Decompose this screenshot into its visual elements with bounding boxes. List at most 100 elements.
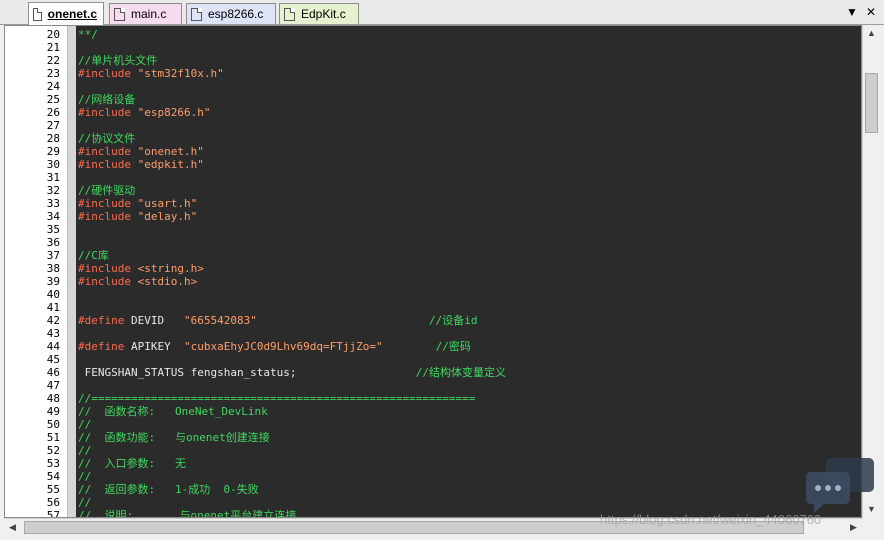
code-text: //硬件驱动	[78, 184, 135, 197]
code-line[interactable]: 37 //C库	[5, 249, 861, 262]
line-number: 54	[46, 470, 60, 483]
tab-list-dropdown-icon[interactable]: ▼	[844, 4, 860, 20]
code-line[interactable]: 56 //	[5, 496, 861, 509]
code-line[interactable]: 51 // 函数功能: 与onenet创建连接	[5, 431, 861, 444]
code-line[interactable]: 40	[5, 288, 861, 301]
code-line[interactable]: 23 #include "stm32f10x.h"	[5, 67, 861, 80]
code-line[interactable]: 33 #include "usart.h"	[5, 197, 861, 210]
code-line[interactable]: 22 //单片机头文件	[5, 54, 861, 67]
code-token: "cubxaEhyJC0d9Lhv69dq=FTjjZo="	[183, 340, 383, 353]
code-text: //	[78, 444, 91, 457]
tab-main-c[interactable]: main.c	[109, 3, 182, 24]
code-text: //	[78, 496, 91, 509]
code-token: **/	[78, 28, 98, 41]
line-number: 39	[46, 275, 60, 288]
code-text: **/	[78, 28, 98, 41]
code-editor[interactable]: 20 **/ 21 22 //单片机头文件 23 #include "stm32f10x.h…	[4, 25, 862, 518]
code-line[interactable]: 50 //	[5, 418, 861, 431]
scroll-up-icon[interactable]: ▲	[863, 25, 880, 42]
code-line[interactable]: 20 **/	[5, 28, 861, 41]
tab-onenet-c[interactable]: onenet.c	[28, 2, 104, 25]
line-number: 31	[46, 171, 60, 184]
code-line[interactable]: 21	[5, 41, 861, 54]
close-icon[interactable]: ✕	[863, 4, 879, 20]
code-text: // 函数名称: OneNet_DevLink	[78, 405, 268, 418]
code-line[interactable]: 54 //	[5, 470, 861, 483]
line-number: 45	[46, 353, 60, 366]
code-line[interactable]: 34 #include "delay.h"	[5, 210, 861, 223]
code-token: #include	[78, 262, 138, 275]
code-line[interactable]: 42 #define DEVID "665542083" //设备id	[5, 314, 861, 327]
code-text: //	[78, 418, 91, 431]
code-line[interactable]: 39 #include <stdio.h>	[5, 275, 861, 288]
code-line[interactable]: 30 #include "edpkit.h"	[5, 158, 861, 171]
code-token: //C库	[78, 249, 109, 262]
c-file-icon	[114, 7, 125, 21]
code-line[interactable]: 27	[5, 119, 861, 132]
line-number: 25	[46, 93, 60, 106]
code-line[interactable]: 28 //协议文件	[5, 132, 861, 145]
code-line[interactable]: 35	[5, 223, 861, 236]
code-line[interactable]: 32 //硬件驱动	[5, 184, 861, 197]
code-line[interactable]: 26 #include "esp8266.h"	[5, 106, 861, 119]
code-text: #include "delay.h"	[78, 210, 197, 223]
code-line[interactable]: 47	[5, 379, 861, 392]
scroll-right-icon[interactable]: ▶	[845, 519, 862, 536]
code-line[interactable]: 41	[5, 301, 861, 314]
code-line[interactable]: 55 // 返回参数: 1-成功 0-失败	[5, 483, 861, 496]
tab-label: EdpKit.c	[301, 7, 346, 21]
line-number: 57	[46, 509, 60, 518]
code-text: // 说明: 与onenet平台建立连接	[78, 509, 296, 517]
code-token: FENGSHAN_STATUS fengshan_status;	[78, 366, 297, 379]
tab-edpkit-c[interactable]: EdpKit.c	[279, 3, 359, 24]
code-token: //结构体变量定义	[415, 366, 507, 379]
line-number: 29	[46, 145, 60, 158]
code-token: // 入口参数: 无	[78, 457, 186, 470]
code-token: //	[78, 470, 92, 483]
line-number: 42	[46, 314, 60, 327]
code-text: // 返回参数: 1-成功 0-失败	[78, 483, 259, 496]
chat-bubble-icon	[806, 458, 874, 513]
code-line[interactable]: 43	[5, 327, 861, 340]
code-token: "edpkit.h"	[137, 158, 204, 171]
code-line[interactable]: 48 //====================================…	[5, 392, 861, 405]
c-file-icon	[191, 7, 202, 21]
code-text: #include "stm32f10x.h"	[78, 67, 224, 80]
code-token: // 返回参数: 1-成功 0-失败	[78, 483, 259, 496]
code-line[interactable]: 25 //网络设备	[5, 93, 861, 106]
code-line[interactable]: 52 //	[5, 444, 861, 457]
line-number: 50	[46, 418, 60, 431]
line-number: 38	[46, 262, 60, 275]
code-line[interactable]: 44 #define APIKEY "cubxaEhyJC0d9Lhv69dq=F…	[5, 340, 861, 353]
code-line[interactable]: 24	[5, 80, 861, 93]
code-line[interactable]: 49 // 函数名称: OneNet_DevLink	[5, 405, 861, 418]
code-text: #include <stdio.h>	[78, 275, 197, 288]
line-number: 20	[46, 28, 60, 41]
code-line[interactable]: 38 #include <string.h>	[5, 262, 861, 275]
tab-label: onenet.c	[47, 7, 97, 21]
line-number: 34	[46, 210, 60, 223]
line-number: 56	[46, 496, 60, 509]
code-line[interactable]: 53 // 入口参数: 无	[5, 457, 861, 470]
line-number: 44	[46, 340, 60, 353]
scroll-left-icon[interactable]: ◀	[4, 519, 21, 536]
code-text: #define APIKEY "cubxaEhyJC0d9Lhv69dq=FTj…	[78, 340, 471, 353]
code-text: //======================================…	[78, 392, 475, 405]
code-token: <stdio.h>	[137, 275, 198, 288]
vertical-scrollbar[interactable]: ▲ ▼	[862, 25, 880, 518]
vertical-scroll-thumb[interactable]	[865, 73, 878, 133]
code-line[interactable]: 45	[5, 353, 861, 366]
tab-label: esp8266.c	[208, 7, 264, 21]
code-token: //	[78, 444, 92, 457]
code-line[interactable]: 36	[5, 236, 861, 249]
code-token: //单片机头文件	[78, 54, 158, 67]
code-line[interactable]: 31	[5, 171, 861, 184]
code-line[interactable]: 29 #include "onenet.h"	[5, 145, 861, 158]
code-token: APIKEY	[130, 340, 184, 353]
code-text: #include "esp8266.h"	[78, 106, 210, 119]
code-line[interactable]: 46 FENGSHAN_STATUS fengshan_status; //结构…	[5, 366, 861, 379]
code-token: //密码	[435, 340, 471, 353]
code-token: //	[78, 418, 92, 431]
tab-esp8266-c[interactable]: esp8266.c	[186, 3, 276, 24]
